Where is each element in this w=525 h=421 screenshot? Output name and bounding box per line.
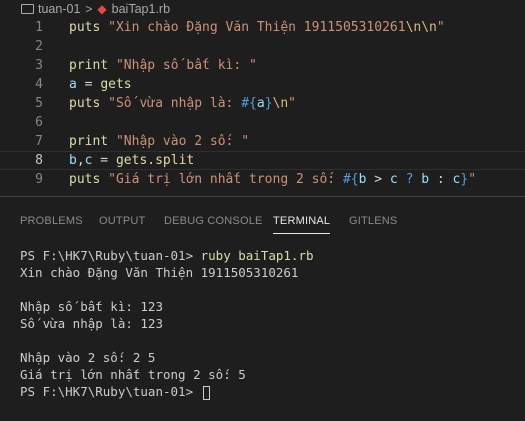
line-number: 6 bbox=[35, 115, 43, 130]
breadcrumb-separator: > bbox=[85, 2, 93, 16]
terminal-output-line: Nhập số bất kì: 123 bbox=[20, 299, 163, 314]
code-line[interactable]: 3 print "Nhập số bất kì: " bbox=[0, 56, 525, 75]
breadcrumb-file-label[interactable]: baiTap1.rb bbox=[112, 2, 170, 16]
code-token: b bbox=[69, 153, 77, 168]
panel-tabs: PROBLEMS OUTPUT DEBUG CONSOLE TERMINAL G… bbox=[0, 211, 525, 234]
code-token: #{ bbox=[241, 96, 257, 111]
terminal-output-line: Giá trị lớn nhất trong 2 số: 5 bbox=[20, 367, 246, 382]
code-text: print "Nhập vào 2 số: " bbox=[69, 132, 249, 151]
code-token: "Nhập vào 2 số: " bbox=[115, 134, 250, 149]
code-line[interactable]: 7 print "Nhập vào 2 số: " bbox=[0, 132, 525, 151]
terminal-output-line: Số vừa nhập là: 123 bbox=[20, 316, 163, 331]
terminal-line-command: PS F:\HK7\Ruby\tuan-01> ruby baiTap1.rb bbox=[20, 247, 314, 264]
tab-gitlens[interactable]: GITLENS bbox=[349, 215, 397, 227]
code-token: " bbox=[436, 20, 445, 35]
code-token: "Số vừa nhập là: bbox=[108, 96, 242, 111]
bottom-panel: PROBLEMS OUTPUT DEBUG CONSOLE TERMINAL G… bbox=[0, 196, 525, 421]
code-text: puts "Số vừa nhập là: #{a}\n" bbox=[69, 94, 296, 113]
tab-terminal[interactable]: TERMINAL bbox=[273, 215, 331, 234]
line-number: 3 bbox=[35, 58, 43, 73]
code-token: print bbox=[69, 58, 109, 73]
code-token: . bbox=[147, 153, 156, 168]
code-token: : bbox=[429, 172, 453, 187]
code-text: puts "Xin chào Đặng Văn Thiện 1911505310… bbox=[69, 18, 445, 37]
tab-problems[interactable]: PROBLEMS bbox=[20, 215, 83, 227]
code-token: split bbox=[155, 153, 195, 168]
code-token: = bbox=[76, 77, 101, 92]
code-token: a bbox=[69, 77, 77, 92]
terminal-prompt: PS F:\HK7\Ruby\tuan-01> bbox=[20, 248, 201, 263]
terminal-output-line: Nhập vào 2 số: 2 5 bbox=[20, 350, 156, 365]
code-line[interactable]: 6 bbox=[0, 113, 525, 132]
code-token: "Xin chào Đặng Văn Thiện 1911505310261 bbox=[108, 20, 406, 35]
code-token: c bbox=[389, 172, 398, 187]
code-token: puts bbox=[69, 96, 101, 111]
code-token: print bbox=[69, 134, 109, 149]
terminal-prompt: PS F:\HK7\Ruby\tuan-01> bbox=[20, 384, 201, 399]
code-token: gets bbox=[115, 153, 148, 168]
code-line[interactable]: 4 a = gets bbox=[0, 75, 525, 94]
tab-output[interactable]: OUTPUT bbox=[99, 215, 145, 227]
folder-icon bbox=[21, 4, 34, 14]
code-text: puts "Giá trị lớn nhất trong 2 số: #{ b >… bbox=[69, 170, 476, 189]
code-token: = bbox=[92, 153, 116, 168]
terminal-output-line: Xin chào Đặng Văn Thiện 1911505310261 bbox=[20, 265, 299, 280]
code-line[interactable]: 2 bbox=[0, 37, 525, 56]
line-number: 4 bbox=[35, 77, 43, 92]
code-token: #{ bbox=[342, 172, 359, 187]
code-token: puts bbox=[69, 172, 101, 187]
code-line[interactable]: 5 puts "Số vừa nhập là: #{a}\n" bbox=[0, 94, 525, 113]
code-token: , bbox=[76, 153, 85, 168]
code-text: b,c = gets.split bbox=[69, 152, 194, 169]
terminal-command: ruby baiTap1.rb bbox=[200, 248, 314, 263]
line-number: 7 bbox=[35, 134, 43, 149]
code-token: a bbox=[256, 96, 265, 111]
code-token: "Giá trị lớn nhất trong 2 số: bbox=[108, 172, 343, 187]
terminal-cursor[interactable] bbox=[202, 385, 210, 400]
code-token: "Nhập số bất kì: " bbox=[115, 58, 257, 73]
code-token: > bbox=[366, 172, 390, 187]
code-token: " bbox=[288, 96, 296, 111]
line-number: 9 bbox=[35, 172, 43, 187]
code-editor[interactable]: 1 puts "Xin chào Đặng Văn Thiện 191150531… bbox=[0, 18, 525, 196]
code-token: b bbox=[421, 172, 430, 187]
code-line[interactable]: 9 puts "Giá trị lớn nhất trong 2 số: #{ b … bbox=[0, 170, 525, 189]
code-token: } bbox=[264, 96, 273, 111]
code-text: a = gets bbox=[69, 75, 132, 94]
code-line[interactable]: 1 puts "Xin chào Đặng Văn Thiện 191150531… bbox=[0, 18, 525, 37]
tab-debug-console[interactable]: DEBUG CONSOLE bbox=[164, 215, 263, 227]
code-text: print "Nhập số bất kì: " bbox=[69, 56, 257, 75]
line-number: 8 bbox=[35, 153, 43, 168]
code-token: gets bbox=[100, 77, 132, 92]
line-number: 5 bbox=[35, 96, 43, 111]
code-token: puts bbox=[69, 20, 101, 35]
code-token: \n\n bbox=[405, 20, 437, 35]
code-token: \n bbox=[272, 96, 289, 111]
terminal-line-prompt: PS F:\HK7\Ruby\tuan-01> bbox=[20, 383, 210, 400]
ruby-file-icon: ◆ bbox=[97, 2, 107, 16]
breadcrumb-folder-label: tuan-01 bbox=[38, 2, 81, 16]
code-line[interactable]: 8 b,c = gets.split bbox=[0, 151, 525, 170]
line-number: 1 bbox=[35, 20, 43, 35]
line-number: 2 bbox=[35, 39, 43, 54]
breadcrumb-folder[interactable]: tuan-01 bbox=[21, 2, 80, 16]
breadcrumb: tuan-01 > ◆ baiTap1.rb bbox=[0, 0, 525, 18]
code-token: " bbox=[468, 172, 477, 187]
